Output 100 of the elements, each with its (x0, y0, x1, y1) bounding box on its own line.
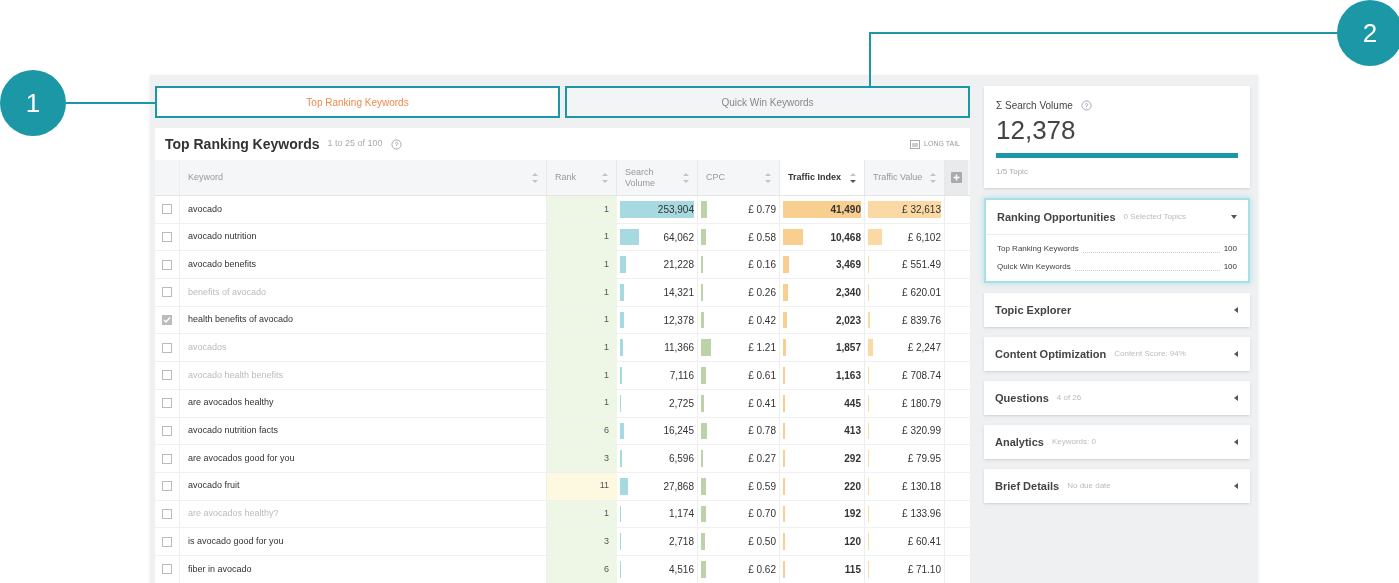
caret-down-icon (1231, 214, 1237, 220)
rank-cell: 1 (547, 306, 617, 334)
section-title: Questions (995, 390, 1049, 406)
checkbox[interactable] (162, 315, 172, 326)
table-cell-text: 413 (844, 424, 861, 439)
table-cell-text: £ 0.27 (748, 452, 776, 467)
caret-left-icon (1233, 351, 1239, 357)
callout-badge: 1 (0, 70, 66, 136)
table-cell-text: 4,516 (668, 562, 694, 577)
table-cell-text: £ 0.78 (748, 424, 776, 439)
table-cell-text: £ 2,247 (907, 341, 941, 356)
checkbox[interactable] (162, 453, 172, 464)
table-cell-text: 64,062 (663, 230, 694, 245)
keyword-cell: avocados (188, 341, 227, 355)
table-cell-text: 445 (844, 396, 861, 411)
help-icon[interactable] (390, 138, 402, 150)
keyword-cell-text: benefits of avocado (188, 285, 267, 299)
section-title: Ranking Opportunities (997, 209, 1116, 225)
rank-cell: 1 (547, 362, 617, 389)
table-cell-text: 2,023 (835, 313, 861, 328)
table-cell-text: £ 0.62 (748, 562, 776, 577)
table-cell-text: 1,163 (835, 368, 861, 383)
item-value: 100 (1223, 243, 1237, 255)
column-header[interactable]: Traffic Index (780, 160, 865, 195)
tab[interactable]: Quick Win Keywords (565, 86, 970, 118)
tab[interactable]: Top Ranking Keywords (155, 86, 560, 118)
checkbox[interactable] (162, 536, 172, 547)
rank-cell: 1 (547, 334, 617, 362)
table-cell-text: £ 551.49 (902, 258, 941, 273)
rank-cell: 1 (547, 196, 617, 223)
table-cell-text: £ 0.58 (748, 230, 776, 245)
sort-icon (532, 171, 538, 184)
table-cell-text: £ 1.21 (748, 341, 776, 356)
caret-left-icon (1233, 395, 1239, 401)
table-cell-text: 10,468 (830, 230, 861, 245)
checkbox[interactable] (162, 425, 172, 436)
rank-cell: 3 (547, 528, 617, 555)
table-cell-text: 3,469 (835, 258, 861, 273)
table-cell-text: £ 708.74 (902, 368, 941, 383)
table-cell-text: £ 0.26 (748, 285, 776, 300)
checkbox[interactable] (162, 259, 172, 270)
column-header[interactable]: Search Volume (617, 160, 698, 195)
item-label: Quick Win Keywords (997, 261, 1071, 273)
table-cell-text: £ 60.41 (907, 535, 941, 550)
section-title: Content Optimization (995, 346, 1107, 362)
table-cell-text: 14,321 (663, 285, 694, 300)
table-cell-text: 11,366 (664, 341, 694, 356)
table-cell-text: £ 180.79 (902, 396, 941, 411)
table-cell-text: £ 620.01 (902, 285, 941, 300)
checkbox[interactable] (162, 287, 172, 298)
table-cell-text: £ 0.79 (748, 202, 776, 217)
table-cell-text: 1,857 (835, 341, 861, 356)
rank-cell: 6 (547, 555, 617, 583)
table-cell-text: £ 71.10 (907, 562, 941, 577)
rank-cell: 3 (547, 445, 617, 472)
help-icon[interactable] (1080, 100, 1092, 111)
table-cell-text: £ 0.16 (748, 258, 776, 273)
keyword-cell-text: avocado benefits (188, 257, 257, 271)
keyword-cell: avocado fruit (188, 479, 240, 493)
keyword-cell: are avocados healthy (188, 396, 274, 410)
result-count: 1 to 25 of 100 (327, 137, 383, 151)
column-header[interactable]: Rank (547, 160, 617, 195)
table-title: Top Ranking Keywords (165, 134, 320, 154)
table-cell-text: £ 0.42 (748, 313, 776, 328)
table-cell-text: 120 (844, 535, 861, 550)
section-title: Analytics (995, 434, 1044, 450)
caret-left-icon (1233, 483, 1239, 489)
caret-left-icon (1233, 439, 1239, 445)
accordion-section[interactable]: Topic Explorer (984, 293, 1250, 327)
keyword-cell-text: fiber in avocado (188, 562, 252, 576)
item-label: Top Ranking Keywords (997, 243, 1079, 255)
sort-icon (765, 171, 771, 184)
checkbox[interactable] (162, 508, 172, 519)
accordion-section[interactable]: Content Optimization Content Score: 94% (984, 337, 1250, 371)
table-cell-text: £ 0.50 (748, 535, 776, 550)
add-column-icon[interactable] (951, 172, 962, 183)
rank-cell: 1 (547, 223, 617, 251)
sort-icon (850, 171, 856, 184)
column-header[interactable]: Keyword (180, 160, 547, 195)
section-subtitle: Content Score: 94% (1114, 348, 1186, 360)
table-cell-text: 2,725 (668, 396, 694, 411)
table-cell-text: 2,340 (835, 285, 861, 300)
checkbox[interactable] (162, 398, 172, 409)
table-cell-text: 2,718 (668, 535, 694, 550)
rank-cell: 1 (547, 389, 617, 417)
table-cell-text: 115 (844, 562, 861, 577)
rank-cell: 1 (547, 251, 617, 279)
checkbox[interactable] (162, 481, 172, 492)
checkbox[interactable] (162, 370, 172, 381)
table-cell-text: 12,378 (663, 313, 694, 328)
table-cell-text: 6,596 (668, 452, 694, 467)
checkbox[interactable] (162, 342, 172, 353)
checkbox[interactable] (162, 204, 172, 215)
table-cell-text: £ 320.99 (902, 424, 941, 439)
sort-icon (602, 171, 608, 184)
checkbox[interactable] (162, 232, 172, 243)
table-cell-text: 16,245 (663, 424, 694, 439)
table-cell-text: 27,868 (663, 479, 694, 494)
checkbox[interactable] (162, 564, 172, 575)
table-cell-text: £ 130.18 (902, 479, 941, 494)
